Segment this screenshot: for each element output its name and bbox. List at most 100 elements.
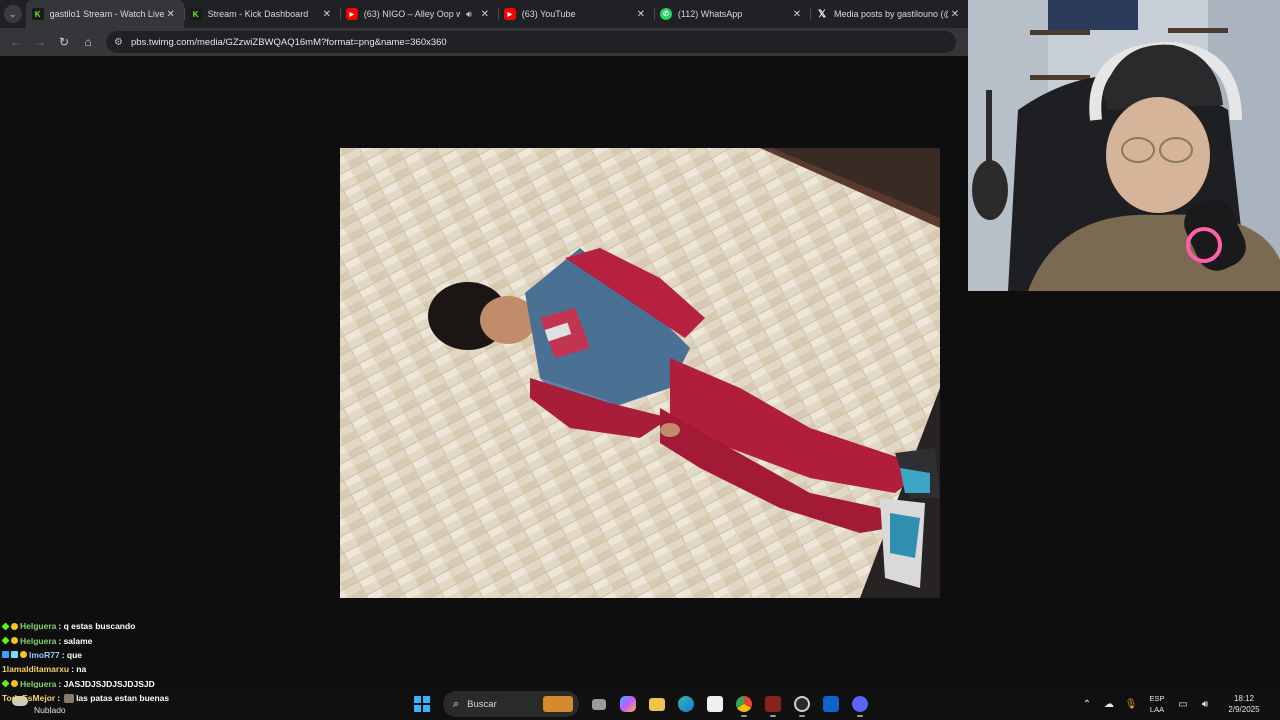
close-icon[interactable]: ✕: [790, 9, 804, 20]
clock[interactable]: 18:12 2/9/2025: [1216, 693, 1272, 715]
edge-icon: [678, 696, 694, 712]
screen: ⌄ K gastilo1 Stream - Watch Live on ✕ K …: [0, 0, 1280, 720]
store-button[interactable]: [701, 690, 729, 718]
youtube-icon: ▶: [345, 8, 358, 20]
tab-title: Media posts by gastilouno (@g: [833, 9, 948, 19]
chat-text: que: [66, 649, 83, 660]
badge-icon: [11, 637, 18, 645]
badge-icon: [20, 651, 27, 659]
search-placeholder: Buscar: [467, 698, 497, 710]
badge-icon: [11, 651, 18, 659]
tab-gastilo1-stream[interactable]: K gastilo1 Stream - Watch Live on ✕: [25, 0, 184, 28]
close-icon[interactable]: ✕: [164, 9, 178, 20]
browser-toolbar: ← → ↻ ⌂ ⚙ pbs.twimg.com/media/GZzwiZBWQA…: [0, 28, 968, 56]
weather-label: Nublado: [34, 705, 66, 715]
language-code: ESP: [1149, 694, 1165, 703]
chat-overlay: Helguera : q estas buscando Helguera : s…: [1, 619, 422, 705]
emote-icon: [64, 693, 75, 703]
edge-button[interactable]: [672, 690, 700, 718]
taskbar-search[interactable]: ⌕ Buscar: [443, 691, 579, 717]
back-icon[interactable]: ←: [4, 30, 28, 54]
chat-username: Helguera: [20, 635, 57, 646]
speaker-icon[interactable]: 🔊︎: [466, 9, 472, 20]
tab-title: (112) WhatsApp: [677, 9, 743, 19]
stream-app-icon: [765, 696, 781, 712]
discord-button[interactable]: [846, 690, 874, 718]
close-icon[interactable]: ✕: [320, 9, 334, 20]
tab-whatsapp[interactable]: ✆ (112) WhatsApp ✕: [653, 0, 810, 28]
show-desktop-button[interactable]: [1272, 688, 1280, 720]
badge-icon: [11, 622, 18, 630]
chat-text: salame: [63, 635, 93, 646]
kick-icon: K: [31, 8, 44, 20]
tab-kick-dashboard[interactable]: K Stream - Kick Dashboard ✕: [183, 0, 340, 28]
outlook-icon: [823, 696, 839, 712]
folder-icon: [649, 697, 665, 711]
file-explorer-button[interactable]: [643, 690, 671, 718]
network-icon[interactable]: ▭: [1172, 699, 1194, 710]
chat-username: 1lamalditamarxu: [2, 664, 70, 675]
microphone-icon[interactable]: 🎙︎: [1120, 699, 1142, 710]
chat-username: Helguera: [20, 621, 57, 632]
address-bar[interactable]: ⚙ pbs.twimg.com/media/GZzwiZBWQAQ16mM?fo…: [106, 31, 956, 53]
chat-text: q estas buscando: [63, 621, 136, 632]
reload-icon[interactable]: ↻: [52, 30, 76, 54]
tab-title: (63) NIGO – Alley Oop with: [363, 9, 461, 19]
language-indicator[interactable]: ESP LAA: [1142, 693, 1172, 715]
store-icon: [707, 696, 723, 712]
discord-icon: [852, 696, 868, 712]
tab-nigo-youtube[interactable]: ▶ (63) NIGO – Alley Oop with 🔊︎ ✕: [339, 0, 498, 28]
task-view-button[interactable]: [585, 690, 613, 718]
webcam-overlay: [968, 0, 1280, 291]
youtube-icon: ▶: [503, 8, 516, 20]
chevron-up-icon[interactable]: ⌃: [1076, 699, 1098, 710]
forward-icon[interactable]: →: [28, 30, 52, 54]
taskbar-apps: ⌕ Buscar: [408, 690, 875, 718]
stream-app-button[interactable]: [759, 690, 787, 718]
displayed-image[interactable]: [340, 148, 940, 598]
address-text: pbs.twimg.com/media/GZzwiZBWQAQ16mM?form…: [130, 36, 447, 48]
browser-tab-strip: ⌄ K gastilo1 Stream - Watch Live on ✕ K …: [0, 0, 968, 28]
badge-icon: [2, 651, 9, 659]
page-viewport: [0, 56, 968, 616]
volume-icon[interactable]: 🔊︎: [1194, 699, 1216, 710]
copilot-button[interactable]: [614, 690, 642, 718]
chat-message: lmoR77 : que: [2, 648, 422, 662]
chat-message: 1lamalditamarxu : na: [2, 662, 422, 676]
search-highlight-icon: [543, 696, 573, 712]
whatsapp-icon: ✆: [659, 8, 672, 20]
tab-title: gastilo1 Stream - Watch Live on: [49, 9, 164, 19]
chrome-button[interactable]: [730, 690, 758, 718]
task-view-icon: [592, 698, 606, 710]
close-icon[interactable]: ✕: [634, 9, 648, 20]
onedrive-icon[interactable]: ☁: [1098, 699, 1120, 710]
badge-icon: [1, 679, 10, 688]
chat-text: na: [76, 664, 87, 675]
chat-separator: :: [57, 693, 61, 704]
tab-title: (63) YouTube: [521, 9, 576, 19]
chrome-icon: [736, 696, 752, 712]
tab-youtube[interactable]: ▶ (63) YouTube ✕: [497, 0, 654, 28]
chat-text: las patas estan buenas: [76, 693, 170, 704]
x-icon: 𝕏: [817, 8, 827, 20]
chat-username: TodoEsMejor: [2, 693, 56, 704]
close-icon[interactable]: ✕: [478, 9, 492, 20]
close-icon[interactable]: ✕: [948, 9, 962, 20]
tab-search-menu[interactable]: ⌄: [0, 0, 26, 28]
home-icon[interactable]: ⌂: [76, 30, 100, 54]
clock-date: 2/9/2025: [1228, 705, 1260, 714]
chat-message: Helguera : salame: [1, 633, 422, 647]
badge-icon: [11, 680, 18, 688]
tab-x-media-posts[interactable]: 𝕏 Media posts by gastilouno (@g ✕: [809, 0, 968, 28]
photo-illustration: [340, 148, 940, 598]
site-info-icon[interactable]: ⚙: [114, 37, 123, 48]
obs-button[interactable]: [788, 690, 816, 718]
outlook-button[interactable]: [817, 690, 845, 718]
tab-title: Stream - Kick Dashboard: [207, 9, 309, 19]
chevron-down-icon[interactable]: ⌄: [3, 5, 22, 23]
streamer-illustration: [968, 0, 1280, 291]
kick-icon: K: [189, 8, 202, 20]
chat-message: TodoEsMejor : las patas estan buenas: [2, 691, 422, 705]
copilot-icon: [620, 696, 636, 712]
clock-time: 18:12: [1233, 694, 1255, 703]
